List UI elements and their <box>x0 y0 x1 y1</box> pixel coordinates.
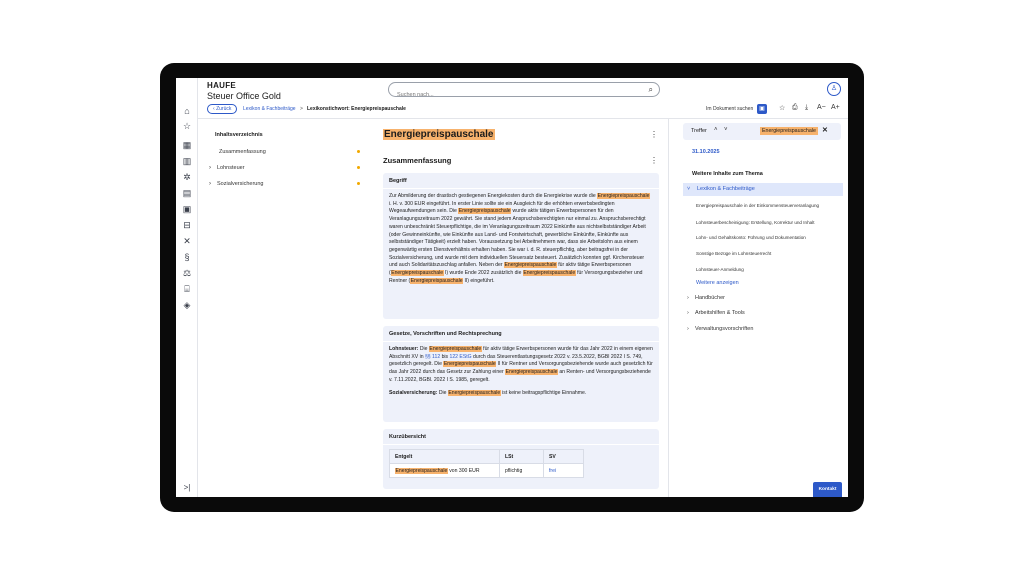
paragraph-icon[interactable]: § <box>182 252 192 262</box>
search-bar: ⌕ <box>388 82 660 102</box>
bank-icon[interactable]: ⌸ <box>182 284 192 294</box>
calculator-icon[interactable]: ▦ <box>182 140 192 150</box>
table-cell: Energiepreispauschale von 300 EUR <box>389 463 500 478</box>
breadcrumb-lexikon[interactable]: Lexikon & Fachbeiträge <box>243 106 296 112</box>
font-increase-icon[interactable]: A+ <box>831 104 840 111</box>
icon-rail: ⌂ ☆ ▦ ▥ ✲ ▤ ▣ ⊟ ✕ § ⚖ ⌸ ◈ >| <box>176 78 198 497</box>
close-icon[interactable]: ✕ <box>822 126 828 134</box>
related-link[interactable]: Lohnsteuer-Anmeldung <box>696 267 744 272</box>
more-content-title: Weitere Inhalte zum Thema <box>692 171 763 177</box>
more-options-icon[interactable]: ⋮ <box>650 130 658 139</box>
hit-chip: Energiepreispauschale <box>760 127 818 135</box>
star-icon[interactable]: ☆ <box>182 121 192 131</box>
chevron-right-icon: › <box>687 326 689 332</box>
chevron-right-icon: › <box>209 165 211 171</box>
begriff-text: Zur Abmilderung der drastisch gestiegene… <box>389 193 650 284</box>
category-lexikon[interactable]: ˅ Lexikon & Fachbeiträge <box>683 183 843 196</box>
category-label: Lexikon & Fachbeiträge <box>697 186 755 192</box>
expand-sidebar-icon[interactable]: >| <box>180 483 194 495</box>
panel-divider <box>668 119 669 497</box>
category-handbuecher[interactable]: › Handbücher <box>687 295 725 301</box>
toc-item-label: Zusammenfassung <box>219 149 266 155</box>
box-heading: Begriff <box>383 173 659 189</box>
user-avatar-icon[interactable]: ♙ <box>827 82 841 96</box>
gesetze-sv-text: Sozialversicherung: Die Energiepreispaus… <box>389 389 587 396</box>
toc-item-label: Sozialversicherung <box>217 181 264 187</box>
show-more-link[interactable]: Weitere anzeigen <box>696 280 739 286</box>
book-open-icon[interactable]: ▥ <box>182 156 192 166</box>
search-icon[interactable]: ⌕ <box>649 85 653 95</box>
toolbox-icon[interactable]: ⊟ <box>182 220 192 230</box>
header-divider <box>198 118 848 119</box>
back-button[interactable]: ‹ Zurück <box>207 104 238 114</box>
contact-button[interactable]: Kontakt <box>813 482 842 497</box>
hits-label: Treffer <box>691 128 707 134</box>
breadcrumb-current: Lexikonstichwort: Energiepreispauschale <box>307 106 406 112</box>
box-heading: Kurzübersicht <box>383 429 659 445</box>
favorite-icon[interactable]: ☆ <box>779 104 785 112</box>
toc-marker-dot <box>357 150 360 153</box>
font-decrease-icon[interactable]: A− <box>817 104 826 111</box>
table-cell: pflichtig <box>499 463 544 478</box>
toc-item-label: Lohnsteuer <box>217 165 245 171</box>
article-title: Energiepreispauschale <box>383 129 495 140</box>
chevron-down-icon[interactable]: ˅ <box>724 127 728 133</box>
search-input[interactable] <box>397 88 637 102</box>
table-header-cell: LSt <box>499 449 544 464</box>
search-in-document-label[interactable]: Im Dokument suchen <box>706 106 753 112</box>
network-icon[interactable]: ✲ <box>182 172 192 182</box>
tools-icon[interactable]: ✕ <box>182 236 192 246</box>
related-link[interactable]: Lohn- und Gehaltskonto: Führung und Doku… <box>696 235 806 240</box>
toc-title: Inhaltsverzeichnis <box>215 132 263 138</box>
home-icon[interactable]: ⌂ <box>182 106 192 116</box>
document-date: 31.10.2025 <box>692 149 720 155</box>
chevron-right-icon: › <box>687 310 689 316</box>
kurzuebersicht-box: Kurzübersicht Entgelt LSt SV Energieprei… <box>383 429 659 489</box>
print-icon[interactable]: ⎙ <box>792 104 798 112</box>
gesetze-box: Gesetze, Vorschriften und Rechtsprechung… <box>383 326 659 422</box>
category-verwaltungsvorschriften[interactable]: › Verwaltungsvorschriften <box>687 326 753 332</box>
product-name: Steuer Office Gold <box>207 91 281 101</box>
app-window: ⌂ ☆ ▦ ▥ ✲ ▤ ▣ ⊟ ✕ § ⚖ ⌸ ◈ >| HAUFE Steue… <box>176 78 848 497</box>
breadcrumb-separator: > <box>300 106 303 112</box>
chevron-right-icon: › <box>687 295 689 301</box>
table-row: Energiepreispauschale von 300 EUR pflich… <box>389 463 584 478</box>
book-icon[interactable]: ▣ <box>182 204 192 214</box>
download-icon[interactable]: ⤓ <box>805 104 808 112</box>
more-options-icon[interactable]: ⋮ <box>650 156 658 165</box>
summary-table: Entgelt LSt SV Energiepreispauschale von… <box>389 449 584 478</box>
back-label: Zurück <box>216 106 232 112</box>
chevron-up-icon[interactable]: ˄ <box>714 127 718 133</box>
table-header-cell: SV <box>543 449 584 464</box>
toc-item-lohnsteuer[interactable]: › Lohnsteuer <box>209 165 360 171</box>
scale-icon[interactable]: ⚖ <box>182 268 192 278</box>
table-header-row: Entgelt LSt SV <box>389 449 584 464</box>
gesetze-lohnsteuer-text: Lohnsteuer: Die Energiepreispauschale fü… <box>389 346 653 383</box>
begriff-box: Begriff Zur Abmilderung der drastisch ge… <box>383 173 659 319</box>
graduation-icon[interactable]: ◈ <box>182 300 192 310</box>
toc-marker-dot <box>357 182 360 185</box>
related-link[interactable]: Sonstige Bezüge im Lohnsteuerrecht <box>696 251 771 256</box>
brand-logo: HAUFE <box>207 81 237 90</box>
related-link[interactable]: Energiepreispauschale in der Einkommenst… <box>696 203 819 208</box>
law-link[interactable]: 122 EStG <box>450 354 472 360</box>
table-cell[interactable]: frei <box>543 463 584 478</box>
toc-item-sozialversicherung[interactable]: › Sozialversicherung <box>209 181 360 187</box>
hits-bar: Treffer ˄ ˅ Energiepreispauschale ✕ <box>683 123 841 140</box>
news-icon[interactable]: ▤ <box>182 188 192 198</box>
category-arbeitshilfen[interactable]: › Arbeitshilfen & Tools <box>687 310 745 316</box>
table-header-cell: Entgelt <box>389 449 500 464</box>
search-in-document-icon[interactable]: ▣ <box>757 104 767 114</box>
related-link[interactable]: Lohnsteuerbescheinigung: Erstellung, Kor… <box>696 220 815 225</box>
toc-item-zusammenfassung[interactable]: Zusammenfassung <box>219 149 360 155</box>
chevron-down-icon: ˅ <box>687 186 691 192</box>
section-title: Zusammenfassung <box>383 156 452 165</box>
toc-marker-dot <box>357 166 360 169</box>
box-heading: Gesetze, Vorschriften und Rechtsprechung <box>383 326 659 342</box>
chevron-right-icon: › <box>209 181 211 187</box>
law-link[interactable]: §§ 112 <box>425 354 440 360</box>
